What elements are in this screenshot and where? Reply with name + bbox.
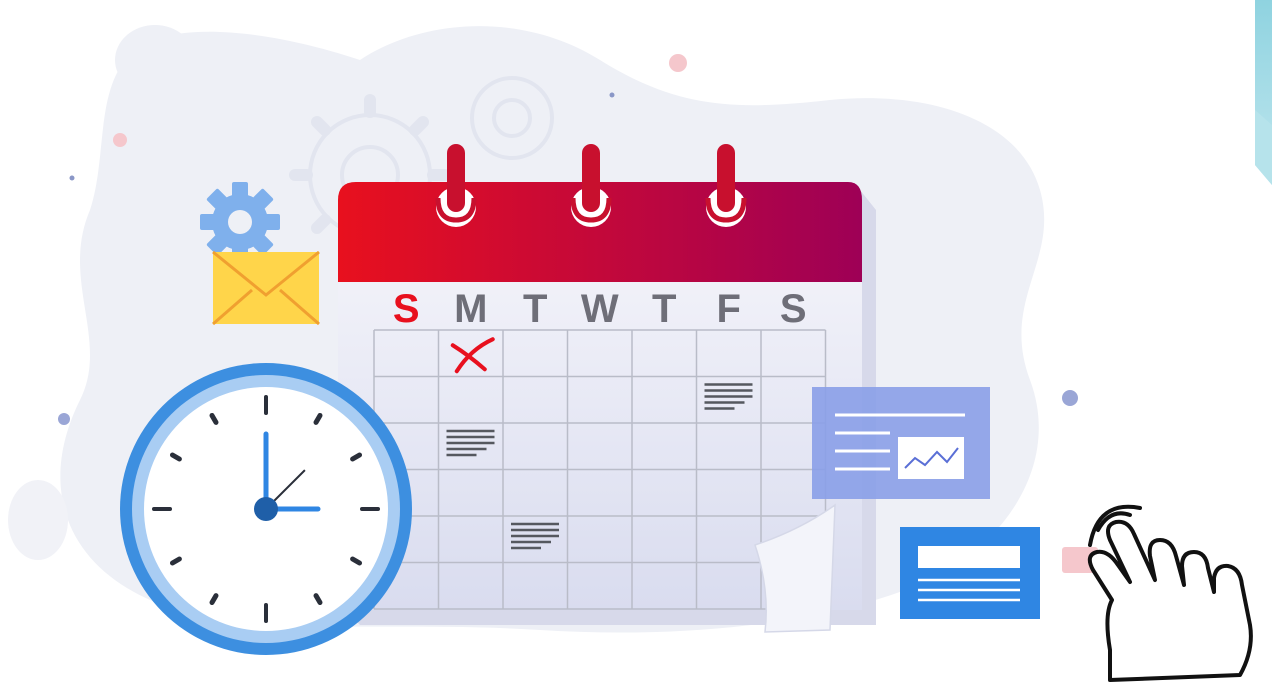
weekday-label: S <box>393 287 420 331</box>
ring <box>582 144 600 212</box>
weekday-label: T <box>523 287 547 331</box>
weekday-label: F <box>717 287 741 331</box>
scheduling-illustration: SMTWTFS <box>8 0 1272 682</box>
clock-tick <box>313 412 323 425</box>
gear-icon <box>200 182 280 262</box>
weekday-label: W <box>581 287 619 331</box>
clock-tick <box>350 452 363 462</box>
ring <box>447 144 465 212</box>
corner-decoration <box>1255 0 1272 185</box>
clock-tick <box>313 593 323 606</box>
hand-pointer-icon <box>1087 504 1253 682</box>
chart-card-icon <box>812 387 990 499</box>
clock-tick <box>209 412 219 425</box>
ring <box>717 144 735 212</box>
weekday-label: S <box>780 287 807 331</box>
clock-tick <box>350 556 363 566</box>
clock-tick <box>209 593 219 606</box>
clock-tick <box>169 556 182 566</box>
weekday-label: T <box>652 287 676 331</box>
clock-icon <box>120 363 412 655</box>
document-card-icon <box>900 527 1040 619</box>
clock-tick <box>169 452 182 462</box>
envelope-icon <box>212 250 320 326</box>
weekday-label: M <box>454 287 487 331</box>
